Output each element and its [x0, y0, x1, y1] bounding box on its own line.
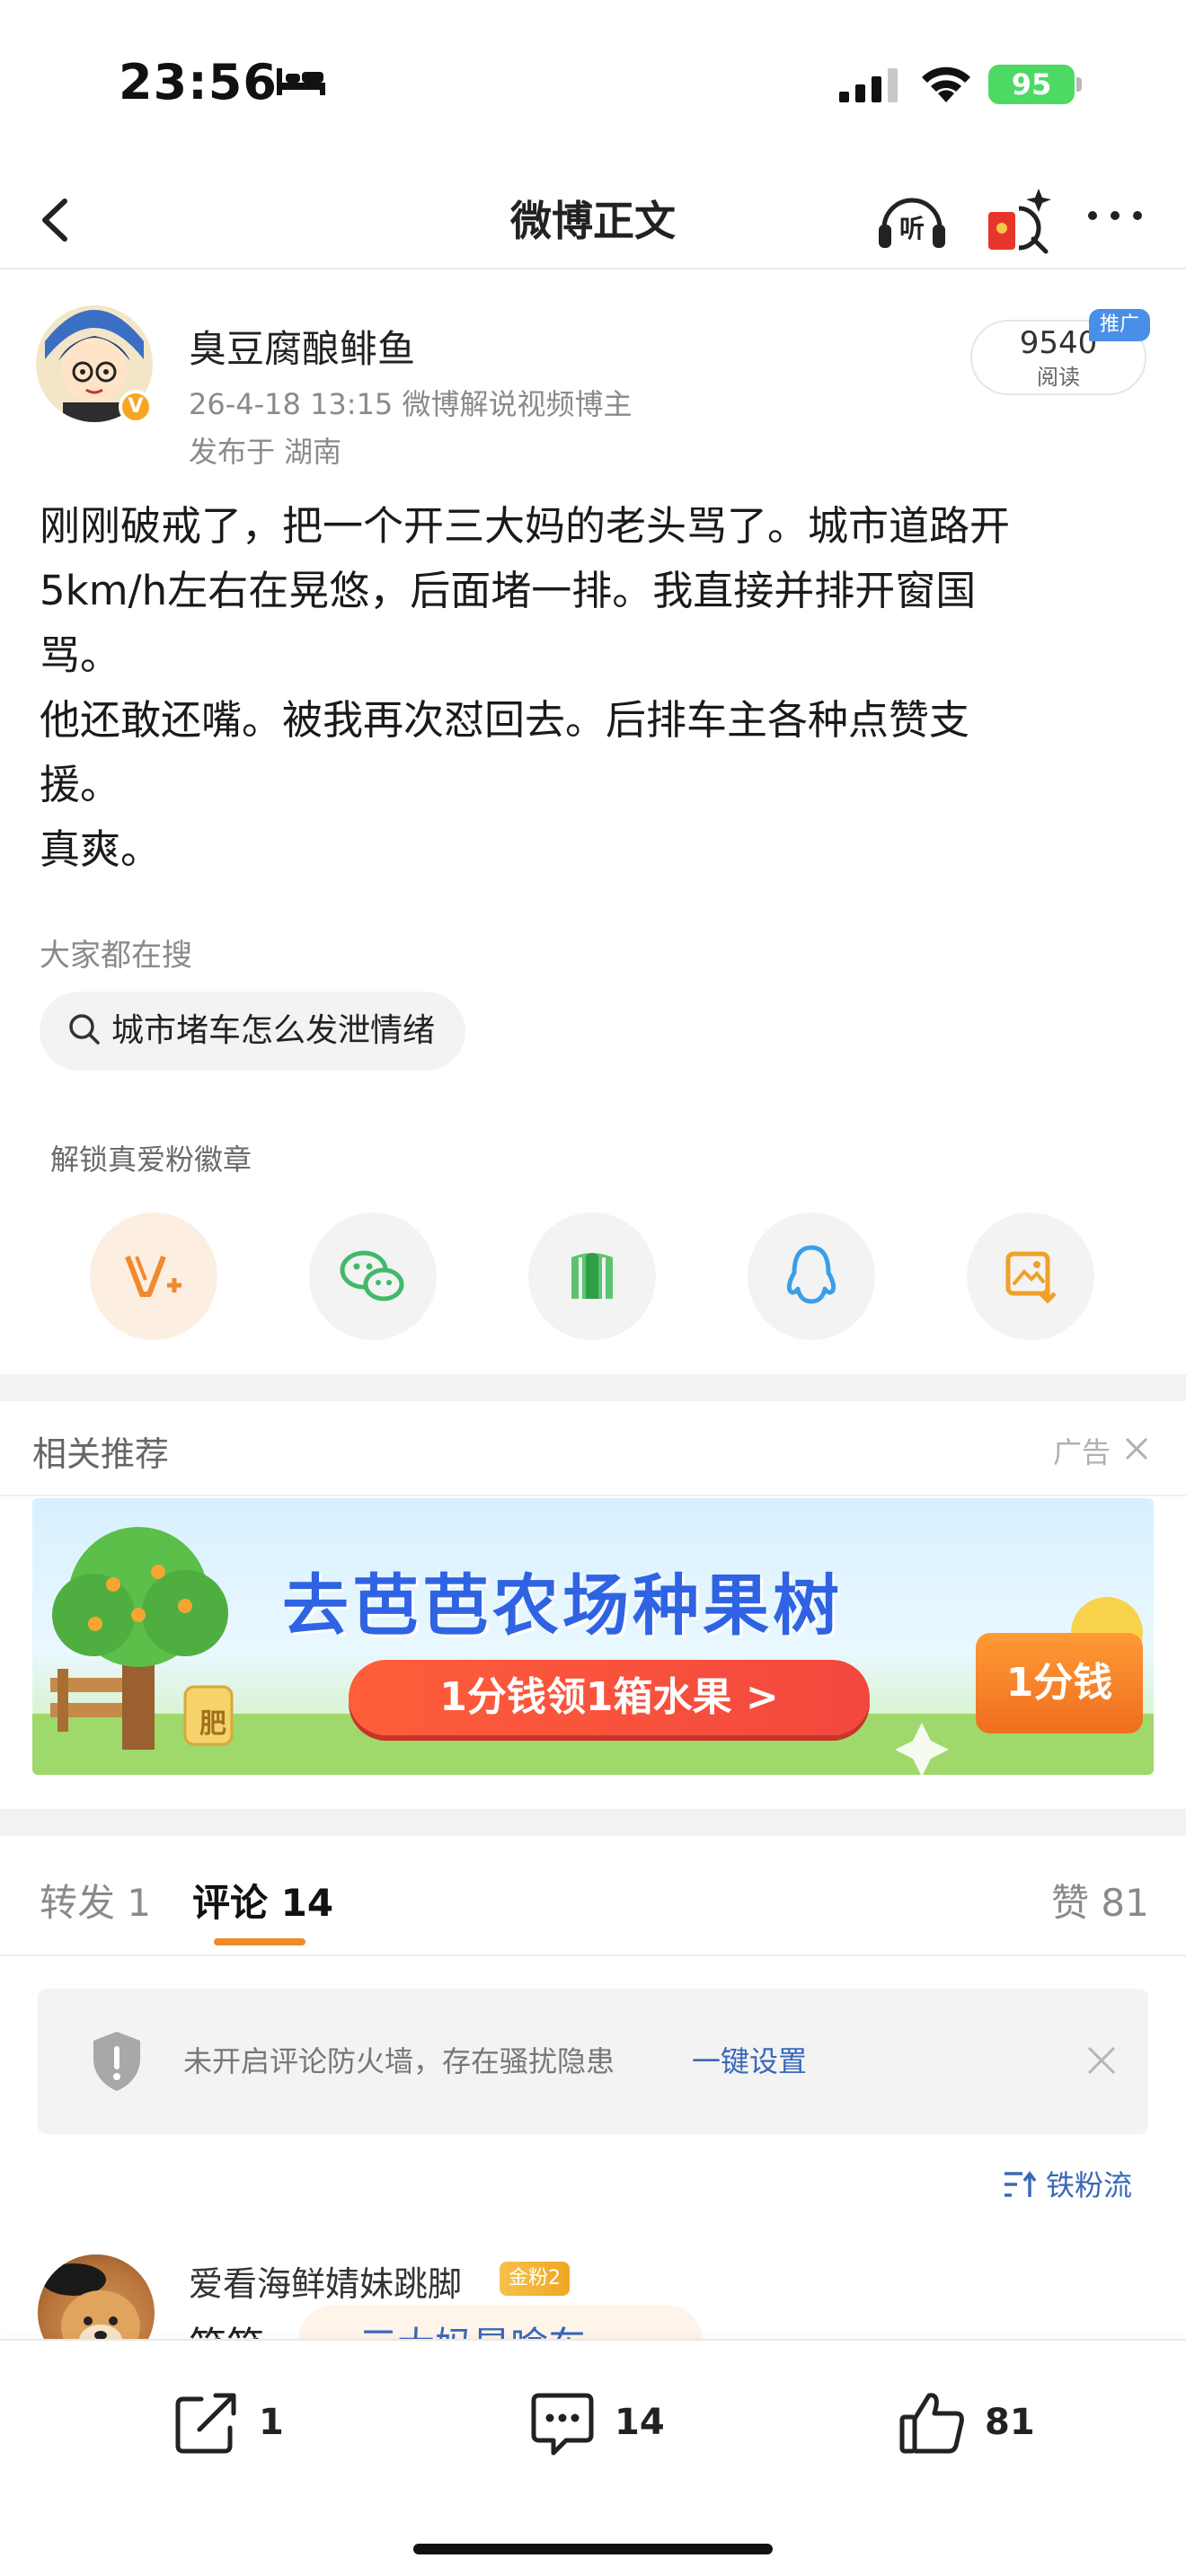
ad-banner[interactable]: 去芭芭农场种果树 肥 1分钱领1箱水果 > 1分钱	[32, 1498, 1154, 1775]
comment-count: 14	[615, 2402, 665, 2443]
sort-icon	[1005, 2171, 1037, 2197]
banner-price-badge: 1分钱	[976, 1633, 1143, 1734]
tab-like[interactable]: 赞 81	[1051, 1873, 1149, 1928]
sleep-bed-icon	[277, 68, 325, 95]
post-meta: 26-4-18 13:15 微博解说视频博主	[189, 387, 633, 421]
gold-fan-badge: 金粉2	[500, 2262, 570, 2296]
tab-comment[interactable]: 评论 14	[192, 1873, 333, 1928]
bottom-action-bar: 1 14 81	[0, 2339, 1186, 2576]
status-time: 23:56	[119, 54, 278, 110]
moments-share-button[interactable]	[528, 1213, 656, 1340]
notice-text: 未开启评论防火墙，存在骚扰隐患	[183, 2044, 615, 2078]
comment-icon	[531, 2393, 594, 2456]
tab-active-indicator	[214, 1938, 305, 1945]
unlock-badge-label: 解锁真爱粉徽章	[50, 1142, 252, 1177]
wechat-icon	[340, 1250, 404, 1301]
post-body-text: 刚刚破戒了，把一个开三大妈的老头骂了。城市道路开 5km/h左右在晃悠，后面堵一…	[40, 502, 1011, 873]
thumbs-up-icon	[899, 2393, 964, 2454]
qq-share-button[interactable]	[748, 1213, 875, 1340]
search-icon	[69, 1014, 100, 1045]
recommend-divider	[0, 1495, 1186, 1496]
read-label: 阅读	[1037, 365, 1080, 390]
section-divider	[0, 1374, 1186, 1401]
fertilizer-label: 肥	[199, 1708, 226, 1740]
like-button[interactable]: 81	[897, 2382, 1035, 2463]
like-count: 81	[985, 2402, 1035, 2443]
save-image-share-button[interactable]	[967, 1213, 1094, 1340]
moments-icon	[571, 1253, 613, 1299]
post-location: 发布于 湖南	[189, 435, 342, 469]
commenter-name[interactable]: 爱看海鲜婧妹跳脚	[189, 2256, 462, 2306]
ad-label: 广告	[1053, 1435, 1111, 1469]
verified-badge-icon: V	[119, 390, 153, 424]
repost-button[interactable]: 1	[171, 2382, 284, 2463]
firewall-notice: 未开启评论防火墙，存在骚扰隐患 一键设置	[38, 1989, 1148, 2134]
author-name[interactable]: 臭豆腐酿鲱鱼	[189, 319, 415, 374]
red-packet-sparkle-icon[interactable]	[979, 180, 1060, 260]
repost-icon	[175, 2393, 236, 2454]
battery-tip	[1076, 77, 1082, 92]
section-divider-2	[0, 1809, 1186, 1836]
wechat-share-button[interactable]	[309, 1213, 437, 1340]
sort-iron-fans-button[interactable]: 铁粉流	[1003, 2163, 1132, 2204]
tab-divider	[0, 1954, 1186, 1956]
banner-title: 去芭芭农场种果树	[282, 1567, 843, 1645]
close-ad-icon[interactable]	[1123, 1435, 1150, 1462]
qq-icon	[786, 1245, 836, 1304]
hot-search-label: 大家都在搜	[40, 938, 192, 974]
close-notice-icon[interactable]	[1084, 2042, 1120, 2078]
battery-indicator: 95	[988, 65, 1075, 104]
cellular-signal-icon	[839, 68, 898, 102]
promote-tag[interactable]: 推广	[1089, 309, 1150, 341]
hot-search-query: 城市堵车怎么发泄情绪	[111, 1012, 436, 1049]
shield-alert-icon	[93, 2032, 140, 2091]
save-image-icon	[1005, 1251, 1057, 1304]
one-click-setup-link[interactable]: 一键设置	[692, 2039, 807, 2080]
svg-text:听: 听	[899, 214, 925, 243]
listen-headphones-icon[interactable]: 听	[873, 181, 951, 259]
hot-search-pill[interactable]: 城市堵车怎么发泄情绪	[40, 992, 466, 1071]
tab-repost[interactable]: 转发 1	[40, 1873, 151, 1928]
comment-button[interactable]: 14	[527, 2382, 665, 2463]
recommend-title: 相关推荐	[32, 1434, 170, 1474]
repost-count: 1	[259, 2402, 284, 2443]
more-options-icon[interactable]	[1084, 198, 1146, 234]
sort-label: 铁粉流	[1046, 2168, 1133, 2202]
vplus-icon	[125, 1255, 181, 1297]
status-bar: 23:56 95	[0, 0, 1186, 171]
wifi-icon	[922, 66, 970, 102]
vplus-share-button[interactable]	[90, 1213, 217, 1340]
nav-bar: 微博正文 听	[0, 171, 1186, 269]
home-indicator	[413, 2544, 773, 2554]
banner-cta-button[interactable]: 1分钱领1箱水果 >	[349, 1660, 870, 1735]
